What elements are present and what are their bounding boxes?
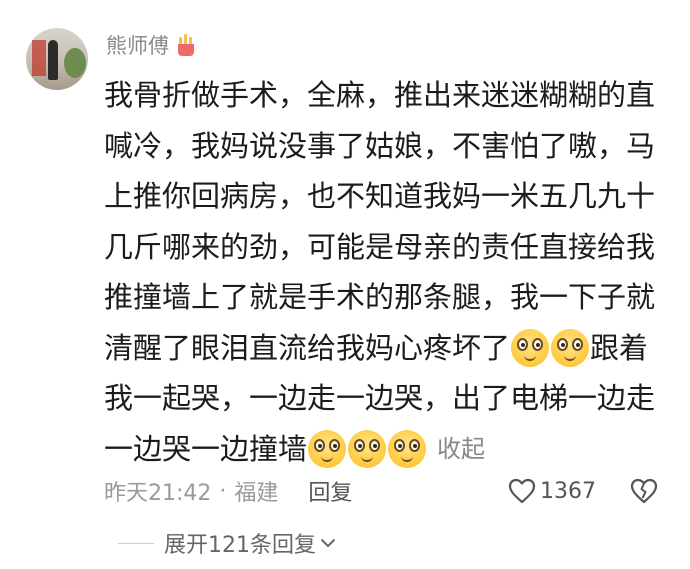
- comment-line-text: 清醒了眼泪直流给我妈心疼坏了: [104, 330, 511, 365]
- comment-text[interactable]: 我骨折做手术，全麻，推出来迷迷糊糊的直 喊冷，我妈说没事了姑娘，不害怕了嗷，马 …: [104, 70, 664, 474]
- wide-eyed-smile-emoji: [388, 429, 427, 468]
- comment-line: 喊冷，我妈说没事了姑娘，不害怕了嗷，马: [104, 121, 664, 172]
- dislike-button[interactable]: [630, 474, 658, 508]
- avatar-person-shape: [48, 40, 58, 80]
- comment-line: 我骨折做手术，全麻，推出来迷迷糊糊的直: [104, 70, 664, 121]
- collapse-link[interactable]: 收起: [437, 424, 485, 475]
- comment-line: 一边哭一边撞墙 收起: [104, 424, 664, 475]
- expand-replies-button[interactable]: 展开121条回复: [118, 526, 336, 560]
- comment-line-text: 我一起哭，一边走一边哭，出了电梯一边走: [104, 381, 656, 415]
- comment-line-text: 一边哭一边撞墙: [104, 431, 308, 466]
- fries-box: [178, 44, 194, 56]
- broken-heart-icon: [630, 478, 658, 504]
- expand-replies-label: 展开121条回复: [164, 533, 316, 558]
- fries-badge-icon: [175, 34, 197, 56]
- meta-separator: ·: [219, 478, 227, 504]
- comment-meta: 昨天21:42 · 福建 回复: [104, 474, 352, 508]
- wide-eyed-smile-emoji: [511, 328, 550, 367]
- wide-eyed-smile-emoji: [551, 328, 590, 367]
- username[interactable]: 熊师傅: [106, 30, 169, 60]
- comment-line: 上推你回病房，也不知道我妈一米五几九十: [104, 171, 664, 222]
- avatar-tree-shape: [64, 48, 86, 78]
- comment-location: 福建: [234, 481, 279, 506]
- comment-line-text: 我骨折做手术，全麻，推出来迷迷糊糊的直: [104, 78, 656, 112]
- comment-card: 熊师傅 我骨折做手术，全麻，推出来迷迷糊糊的直 喊冷，我妈说没事了姑娘，不害怕了…: [0, 0, 690, 569]
- comment-line-text: 喊冷，我妈说没事了姑娘，不害怕了嗷，马: [104, 128, 656, 163]
- comment-line: 几斤哪来的劲，可能是母亲的责任直接给我: [104, 222, 664, 273]
- wide-eyed-smile-emoji: [308, 429, 347, 468]
- chevron-down-icon: [321, 539, 335, 547]
- username-row[interactable]: 熊师傅: [106, 30, 197, 60]
- wide-eyed-smile-emoji: [348, 429, 387, 468]
- like-button[interactable]: 1367: [508, 474, 596, 508]
- heart-icon: [508, 478, 536, 504]
- reply-button[interactable]: 回复: [308, 475, 352, 507]
- like-count: 1367: [540, 478, 596, 504]
- comment-line: 清醒了眼泪直流给我妈心疼坏了 跟着: [104, 323, 664, 374]
- comment-line-text: 推撞墙上了就是手术的那条腿，我一下子就: [104, 280, 656, 314]
- comment-line-text: 几斤哪来的劲，可能是母亲的责任直接给我: [104, 229, 656, 264]
- comment-time: 昨天21:42: [104, 481, 212, 506]
- comment-line: 我一起哭，一边走一边哭，出了电梯一边走: [104, 373, 664, 424]
- expand-divider: [118, 542, 154, 544]
- comment-line-text: 跟着: [590, 330, 649, 365]
- user-avatar[interactable]: [26, 28, 88, 90]
- comment-line: 推撞墙上了就是手术的那条腿，我一下子就: [104, 272, 664, 323]
- comment-line-text: 上推你回病房，也不知道我妈一米五几九十: [104, 179, 656, 213]
- avatar-door-shape: [32, 40, 46, 76]
